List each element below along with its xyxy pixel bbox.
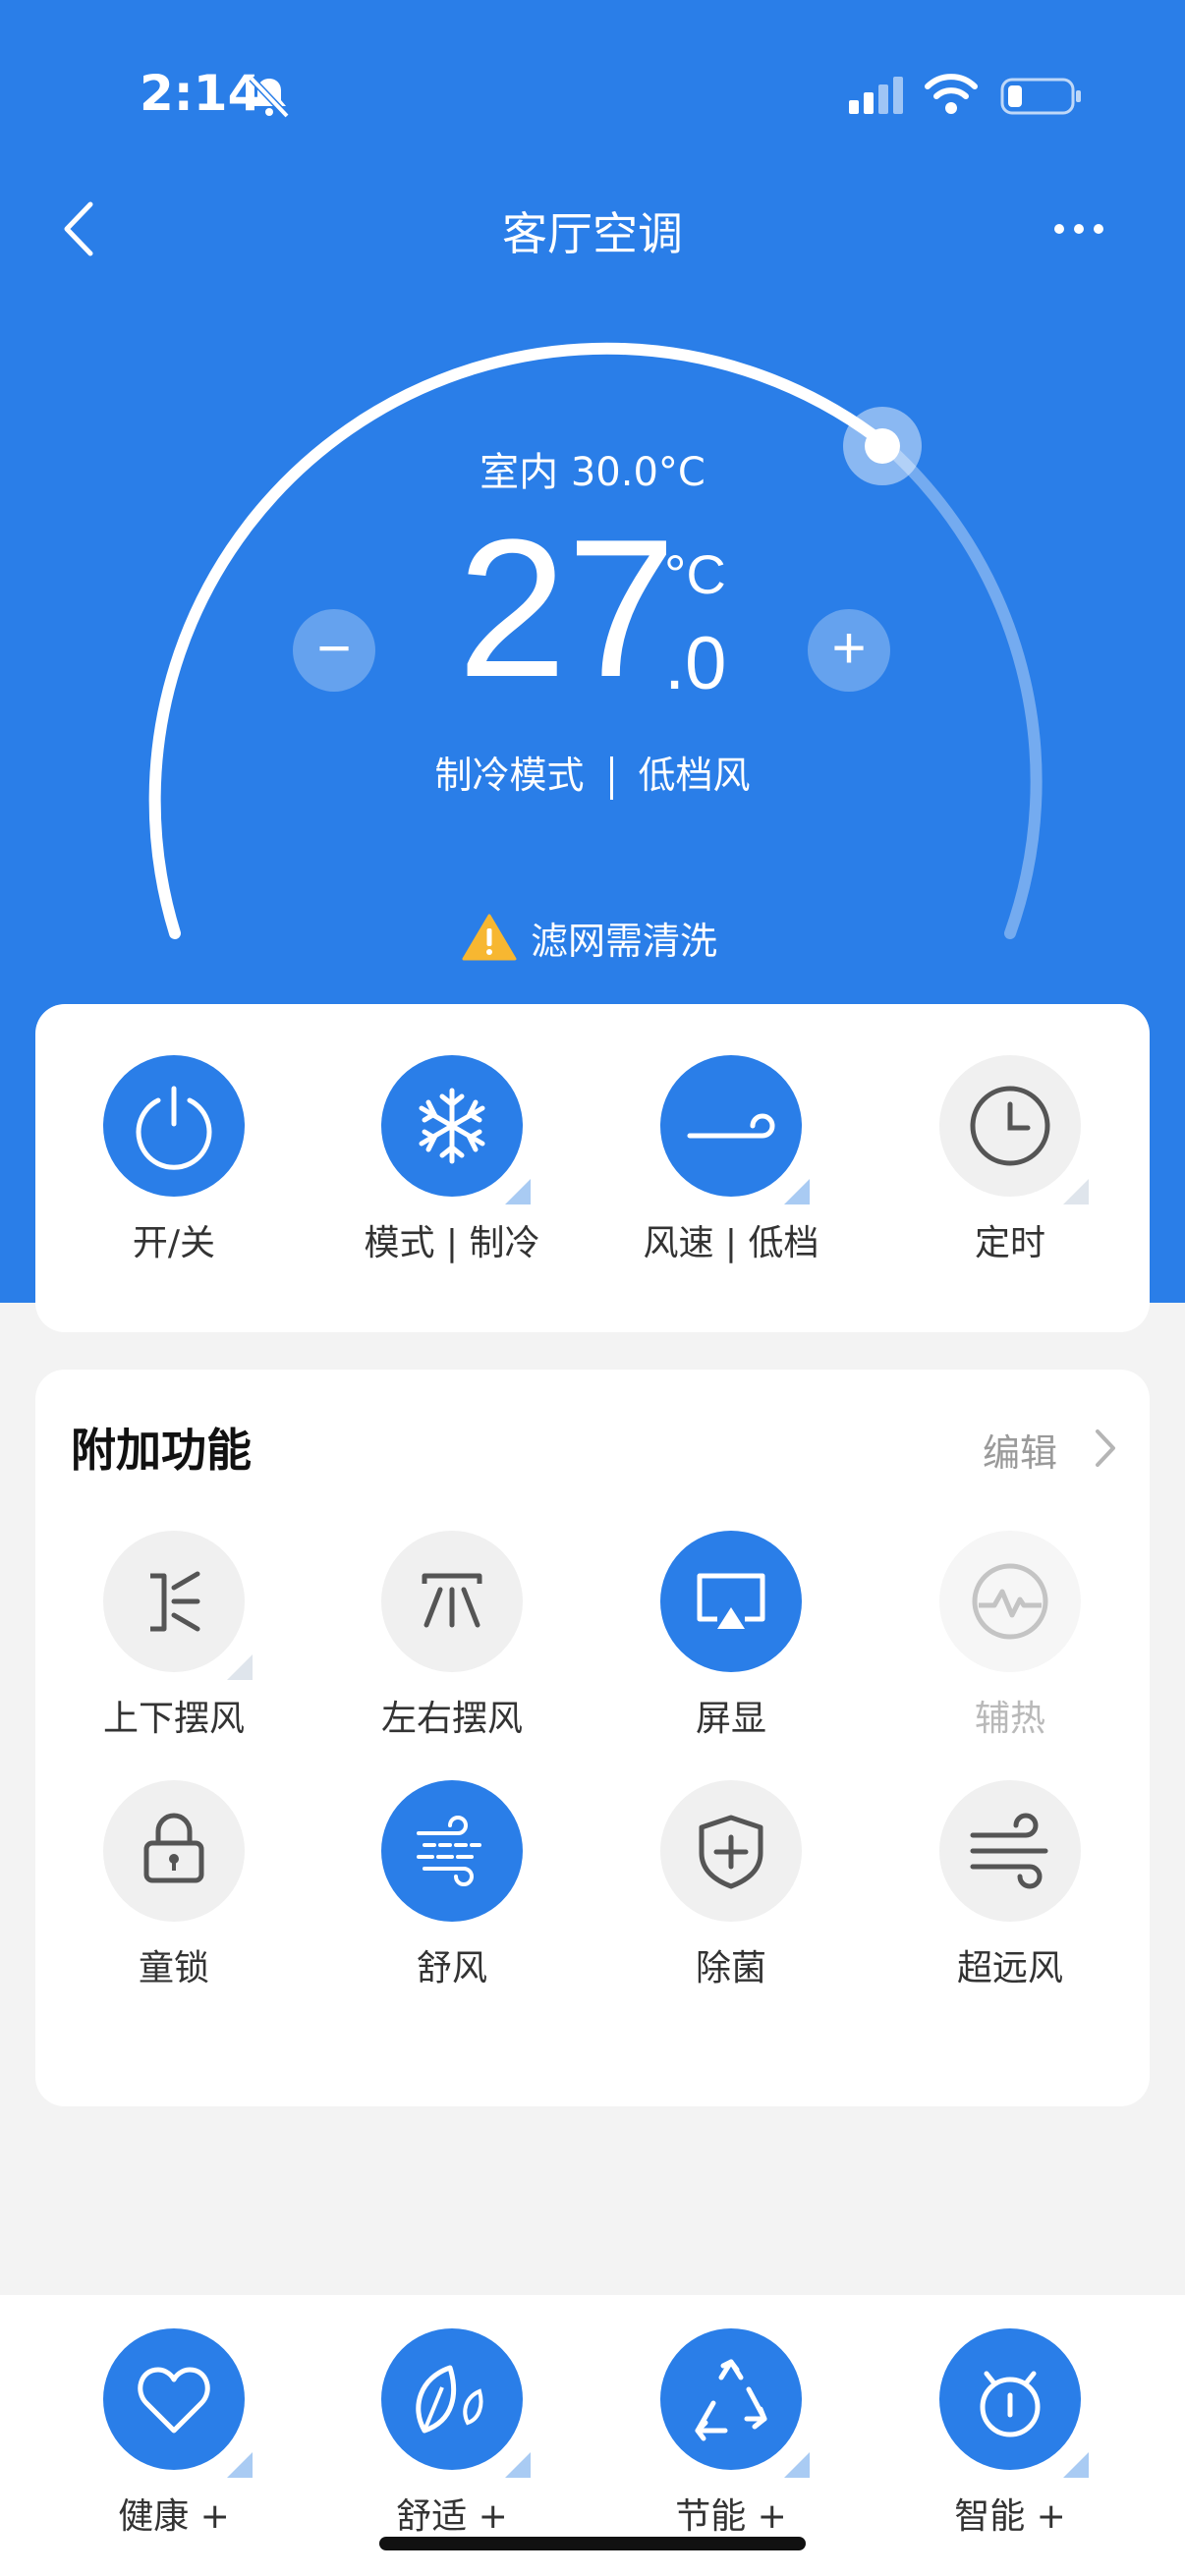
leaf-icon — [416, 2365, 483, 2434]
wind-icon — [687, 1113, 775, 1139]
horizontal-swing-control[interactable]: 左右摆风 — [334, 1531, 570, 1741]
smart-button[interactable] — [939, 2328, 1089, 2478]
child-lock-button[interactable] — [103, 1780, 245, 1922]
comfort-wind-control[interactable]: 舒风 — [334, 1780, 570, 1990]
mode-text: 制冷模式 — [434, 754, 585, 797]
sterilize-label: 除菌 — [695, 1948, 766, 1988]
long-range-wind-control[interactable]: 超远风 — [892, 1780, 1128, 1990]
comfort-shortcut[interactable]: 舒适 + — [334, 2328, 570, 2539]
power-button[interactable] — [103, 1055, 245, 1197]
expand-corner-indicator — [505, 1179, 531, 1204]
filter-alert-text: 滤网需清洗 — [531, 919, 718, 963]
aux-heat-label: 辅热 — [974, 1699, 1045, 1739]
long-range-wind-label: 超远风 — [956, 1948, 1063, 1988]
health-shortcut[interactable]: 健康 + — [56, 2328, 292, 2539]
expand-corner-indicator — [227, 2452, 253, 2478]
aux-heat-icon — [972, 1563, 1048, 1640]
comfort-button[interactable] — [381, 2328, 531, 2478]
set-temperature-value: 27 — [457, 499, 676, 718]
child-lock-control[interactable]: 童锁 — [56, 1780, 292, 1990]
mode-status: 制冷模式 低档风 — [347, 745, 838, 800]
extra-functions-title: 附加功能 — [71, 1424, 252, 1477]
mode-button[interactable] — [381, 1055, 531, 1204]
clock-icon — [970, 1086, 1050, 1166]
divider — [609, 756, 613, 800]
fan-speed-control[interactable]: 风速 | 低档 — [613, 1055, 849, 1265]
expand-corner-indicator — [784, 2452, 810, 2478]
aux-heat-button[interactable] — [939, 1531, 1081, 1672]
screen-display-button[interactable] — [660, 1531, 802, 1672]
long-range-wind-button[interactable] — [939, 1780, 1081, 1922]
timer-label: 定时 — [974, 1223, 1045, 1263]
shield-plus-icon — [699, 1815, 763, 1889]
expand-corner-indicator — [1063, 2452, 1089, 2478]
screen-display-icon — [697, 1573, 765, 1629]
filter-alert[interactable]: 滤网需清洗 — [462, 910, 717, 965]
expand-corner-indicator — [784, 1179, 810, 1204]
heart-icon — [138, 2367, 210, 2434]
decrease-temperature-button[interactable]: − — [293, 609, 375, 692]
set-temperature-decimal: .0 — [664, 622, 727, 705]
expand-corner-indicator — [227, 1654, 253, 1680]
expand-corner-indicator — [505, 2452, 531, 2478]
comfort-label: 舒适 + — [396, 2496, 508, 2537]
vertical-swing-button[interactable] — [103, 1531, 253, 1680]
power-control[interactable]: 开/关 — [56, 1055, 292, 1265]
sterilize-button[interactable] — [660, 1780, 802, 1922]
mode-label: 模式 | 制冷 — [364, 1223, 540, 1263]
home-indicator[interactable] — [379, 2537, 806, 2550]
smart-alarm-icon — [980, 2371, 1041, 2437]
comfort-wind-icon — [417, 1816, 481, 1886]
comfort-wind-label: 舒风 — [416, 1948, 487, 1988]
timer-button[interactable] — [939, 1055, 1089, 1204]
horizontal-swing-icon — [422, 1573, 482, 1628]
energy-saving-label: 节能 + — [675, 2496, 787, 2537]
aux-heat-control[interactable]: 辅热 — [892, 1531, 1128, 1741]
screen-display-label: 屏显 — [695, 1699, 766, 1739]
set-temperature-unit: °C — [664, 543, 726, 605]
fan-speed-text: 低档风 — [638, 754, 751, 797]
health-button[interactable] — [103, 2328, 253, 2478]
energy-saving-shortcut[interactable]: 节能 + — [613, 2328, 849, 2539]
smart-label: 智能 + — [954, 2496, 1066, 2537]
vertical-swing-control[interactable]: 上下摆风 — [56, 1531, 292, 1741]
lock-icon — [143, 1813, 204, 1883]
chevron-right-icon[interactable] — [1093, 1427, 1118, 1470]
increase-temperature-button[interactable]: + — [808, 609, 890, 692]
snowflake-icon — [419, 1088, 485, 1164]
indoor-temperature: 室内 30.0°C — [480, 450, 705, 495]
power-icon — [136, 1086, 212, 1170]
recycle-icon — [695, 2359, 767, 2441]
sterilize-control[interactable]: 除菌 — [613, 1780, 849, 1990]
screen-display-control[interactable]: 屏显 — [613, 1531, 849, 1741]
warning-icon — [462, 914, 517, 961]
health-label: 健康 + — [118, 2496, 230, 2537]
vertical-swing-label: 上下摆风 — [102, 1699, 245, 1739]
fan-speed-button[interactable] — [660, 1055, 810, 1204]
expand-corner-indicator — [1063, 1179, 1089, 1204]
edit-button[interactable]: 编辑 — [983, 1423, 1057, 1477]
mode-control[interactable]: 模式 | 制冷 — [334, 1055, 570, 1265]
horizontal-swing-button[interactable] — [381, 1531, 523, 1672]
timer-control[interactable]: 定时 — [892, 1055, 1128, 1265]
fan-speed-label: 风速 | 低档 — [643, 1223, 819, 1263]
smart-shortcut[interactable]: 智能 + — [892, 2328, 1128, 2539]
long-range-wind-icon — [970, 1813, 1048, 1889]
power-label: 开/关 — [132, 1223, 216, 1263]
vertical-swing-icon — [150, 1571, 200, 1632]
horizontal-swing-label: 左右摆风 — [380, 1699, 523, 1739]
child-lock-label: 童锁 — [138, 1948, 209, 1988]
comfort-wind-button[interactable] — [381, 1780, 523, 1922]
energy-saving-button[interactable] — [660, 2328, 810, 2478]
